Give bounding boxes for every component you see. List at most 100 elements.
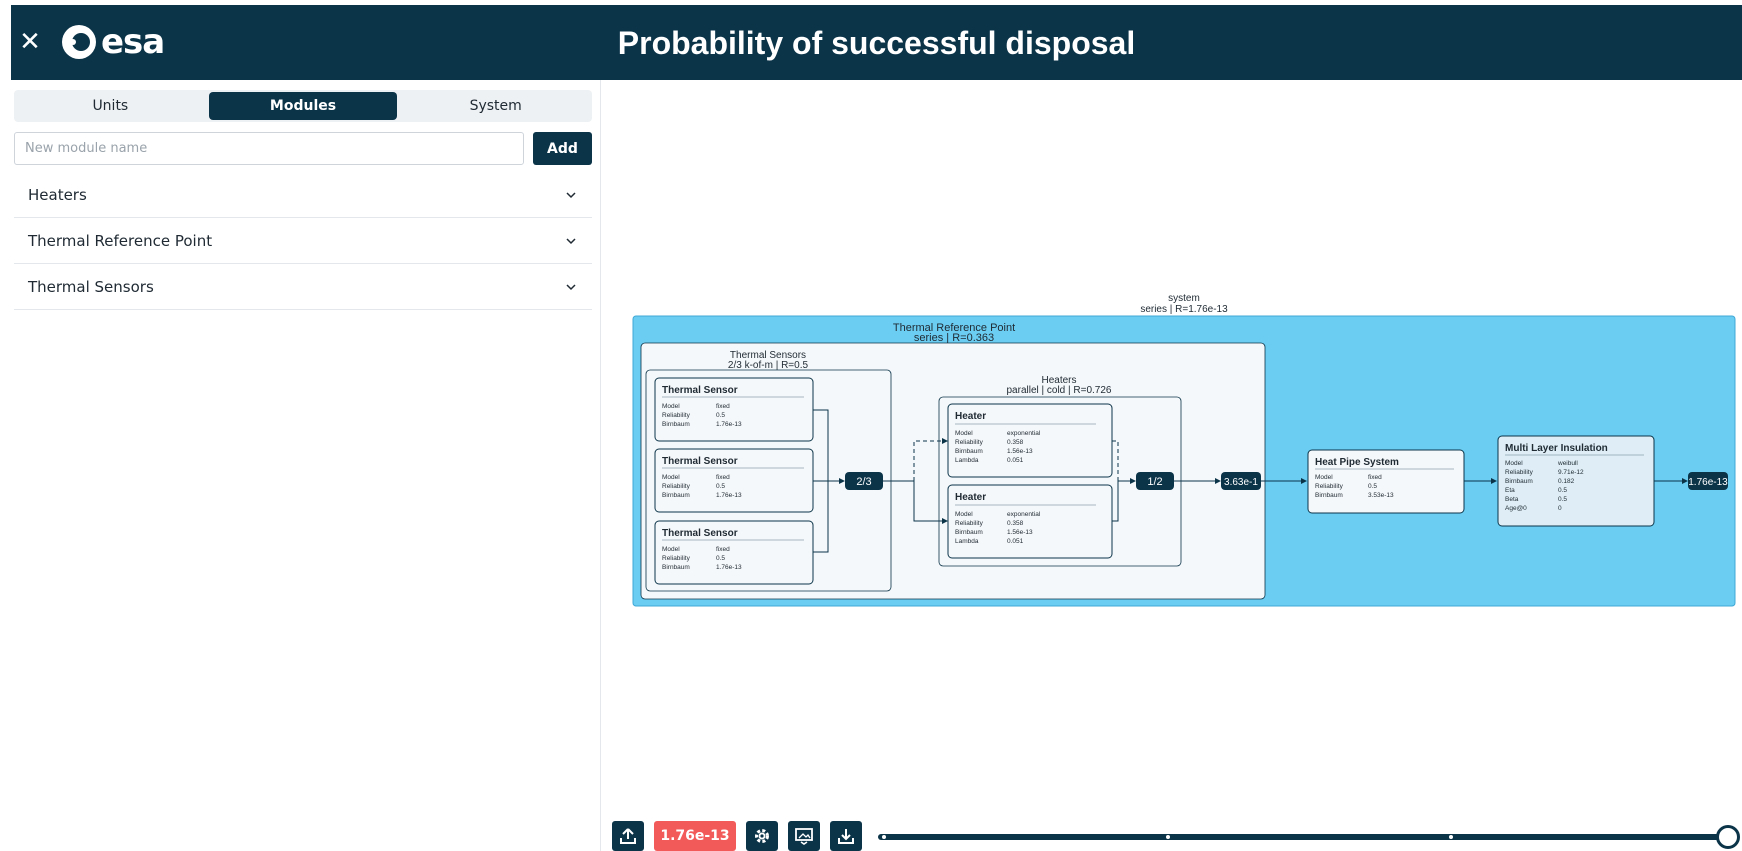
mli-card[interactable]: Multi Layer Insulation Model weibull Rel… — [1497, 435, 1655, 527]
module-label: Heaters — [28, 185, 87, 204]
thermal-sensor-card[interactable]: Thermal Sensor Model fixed Reliability 0… — [654, 448, 814, 513]
sensor-row-value: 1.76e-13 — [716, 421, 742, 428]
heat-pipe-row-key: Birnbaum — [1315, 492, 1343, 499]
parallel-node[interactable]: 1/2 — [1136, 472, 1174, 490]
new-module-input[interactable] — [14, 132, 524, 165]
mli-row-value: 0.5 — [1558, 487, 1567, 494]
result-badge[interactable]: 1.76e-13 — [654, 821, 736, 851]
sensor-row-key: Model — [662, 403, 680, 410]
mli-row-value: 9.71e-12 — [1558, 469, 1584, 476]
heat-pipe-row-value: 3.53e-13 — [1368, 492, 1394, 499]
app-header: ✕ esa Probability of successful disposal — [11, 5, 1742, 80]
sensor-row-key: Model — [662, 546, 680, 553]
sensor-row-value: 0.5 — [716, 412, 725, 419]
heater-row-value: 0.051 — [1007, 457, 1024, 464]
slider-thumb[interactable] — [1716, 825, 1740, 849]
gear-icon[interactable] — [746, 821, 778, 851]
trp-subtitle: series | R=0.363 — [914, 332, 994, 344]
trp-output-node[interactable]: 3.63e-1 — [1221, 472, 1261, 490]
heater-row-key: Model — [955, 430, 973, 437]
sensor-row-value: 0.5 — [716, 483, 725, 490]
mli-row-key: Age@0 — [1505, 505, 1527, 512]
heater-row-value: 1.56e-13 — [1007, 448, 1033, 455]
sensor-name: Thermal Sensor — [662, 385, 738, 396]
mli-row-key: Eta — [1505, 487, 1515, 494]
mli-row-key: Birnbaum — [1505, 478, 1533, 485]
sensor-name: Thermal Sensor — [662, 528, 738, 539]
bottom-toolbar: 1.76e-13 — [612, 821, 872, 851]
system-subtitle: series | R=1.76e-13 — [1140, 304, 1228, 315]
heaters-group-subtitle: parallel | cold | R=0.726 — [1007, 385, 1112, 396]
heater-name: Heater — [955, 411, 986, 422]
system-output-label: 1.76e-13 — [1688, 477, 1728, 488]
heater-row-key: Reliability — [955, 439, 984, 446]
download-icon[interactable] — [830, 821, 862, 851]
mli-row-value: 0.182 — [1558, 478, 1575, 485]
chevron-down-icon — [566, 283, 576, 290]
heater-row-value: 0.358 — [1007, 520, 1024, 527]
timeline-slider[interactable] — [878, 825, 1740, 849]
reliability-diagram[interactable]: system series | R=1.76e-13 Thermal Refer… — [602, 80, 1742, 820]
heat-pipe-name: Heat Pipe System — [1315, 457, 1399, 468]
mli-row-key: Model — [1505, 460, 1523, 467]
sensor-name: Thermal Sensor — [662, 456, 738, 467]
mli-name: Multi Layer Insulation — [1505, 443, 1608, 454]
sensor-row-key: Reliability — [662, 483, 691, 490]
module-label: Thermal Reference Point — [28, 231, 213, 250]
heater-row-key: Birnbaum — [955, 448, 983, 455]
thermal-sensor-card[interactable]: Thermal Sensor Model fixed Reliability 0… — [654, 377, 814, 442]
sensor-row-key: Birnbaum — [662, 421, 690, 428]
sensor-row-key: Birnbaum — [662, 564, 690, 571]
parallel-label: 1/2 — [1147, 476, 1162, 488]
module-list: Heaters Thermal Reference Point Thermal … — [14, 172, 592, 310]
heater-row-value: exponential — [1007, 430, 1041, 437]
mli-row-value: 0.5 — [1558, 496, 1567, 503]
heater-row-value: 1.56e-13 — [1007, 529, 1033, 536]
module-label: Thermal Sensors — [28, 277, 154, 296]
module-item-thermal-sensors[interactable]: Thermal Sensors — [14, 264, 592, 310]
system-title: system — [1168, 293, 1200, 304]
module-item-heaters[interactable]: Heaters — [14, 172, 592, 218]
module-item-thermal-reference-point[interactable]: Thermal Reference Point — [14, 218, 592, 264]
add-module-button[interactable]: Add — [533, 132, 592, 165]
slider-track[interactable] — [878, 834, 1726, 840]
sensors-group-subtitle: 2/3 k-of-m | R=0.5 — [728, 360, 809, 371]
tab-units[interactable]: Units — [16, 92, 205, 120]
system-output-node[interactable]: 1.76e-13 — [1688, 472, 1728, 490]
heater-row-key: Lambda — [955, 457, 979, 464]
heater-row-value: 0.051 — [1007, 538, 1024, 545]
sensor-row-key: Reliability — [662, 555, 691, 562]
sensor-row-value: fixed — [716, 546, 730, 553]
heater-row-key: Lambda — [955, 538, 979, 545]
heat-pipe-card[interactable]: Heat Pipe System Model fixed Reliability… — [1307, 449, 1465, 514]
mli-row-key: Beta — [1505, 496, 1519, 503]
heater-row-value: exponential — [1007, 511, 1041, 518]
heater-row-key: Reliability — [955, 520, 984, 527]
k-of-m-label: 2/3 — [856, 476, 871, 488]
heat-pipe-row-value: 0.5 — [1368, 483, 1377, 490]
sensor-row-value: 1.76e-13 — [716, 492, 742, 499]
sensor-row-value: fixed — [716, 403, 730, 410]
image-export-icon[interactable] — [788, 821, 820, 851]
heat-pipe-row-key: Model — [1315, 474, 1333, 481]
mli-row-value: weibull — [1557, 460, 1578, 467]
mli-row-value: 0 — [1558, 505, 1562, 512]
sensor-row-key: Reliability — [662, 412, 691, 419]
heater-name: Heater — [955, 492, 986, 503]
diagram-canvas: system series | R=1.76e-13 Thermal Refer… — [632, 293, 1736, 607]
thermal-sensor-card[interactable]: Thermal Sensor Model fixed Reliability 0… — [654, 520, 814, 585]
tab-modules[interactable]: Modules — [208, 92, 398, 120]
heater-row-value: 0.358 — [1007, 439, 1024, 446]
page-title: Probability of successful disposal — [617, 25, 1136, 61]
sensor-row-key: Birnbaum — [662, 492, 690, 499]
heater-card[interactable]: Heater Model exponential Reliability 0.3… — [947, 403, 1113, 478]
chevron-down-icon — [566, 191, 576, 198]
slider-tick — [1449, 835, 1453, 839]
slider-tick — [882, 835, 886, 839]
trp-output-label: 3.63e-1 — [1224, 477, 1258, 488]
sensor-row-value: fixed — [716, 474, 730, 481]
heater-card[interactable]: Heater Model exponential Reliability 0.3… — [947, 484, 1113, 559]
upload-icon[interactable] — [612, 821, 644, 851]
k-of-m-node[interactable]: 2/3 — [845, 472, 883, 490]
tab-system[interactable]: System — [401, 92, 590, 120]
